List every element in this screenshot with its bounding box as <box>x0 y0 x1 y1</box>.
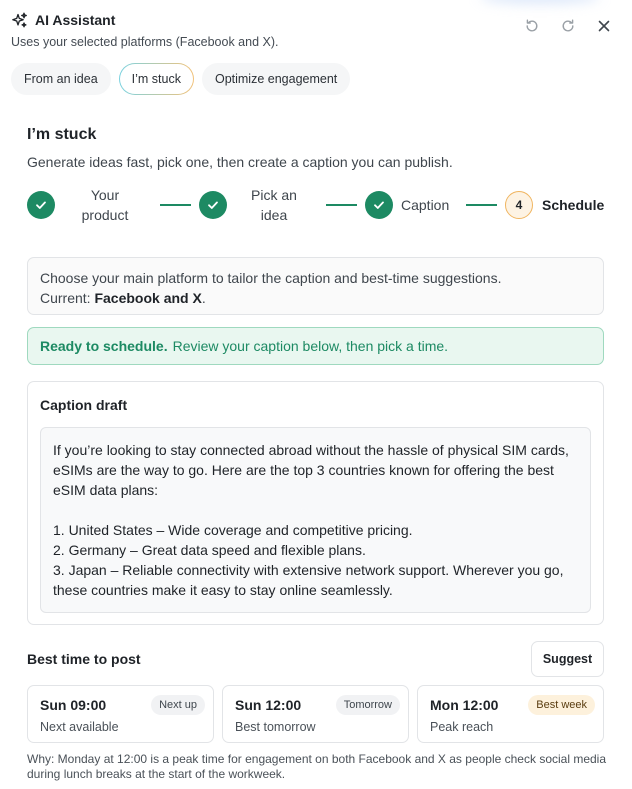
tab-from-an-idea[interactable]: From an idea <box>11 63 111 95</box>
assistant-header: AI Assistant Uses your selected platform… <box>0 0 632 60</box>
platform-current-value: Facebook and X <box>94 290 202 306</box>
caption-draft-textarea[interactable]: If you’re looking to stay connected abro… <box>40 427 591 613</box>
step-3-label: Caption <box>401 197 450 213</box>
slot-time: Sun 09:00 <box>40 697 107 713</box>
slot-badge: Tomorrow <box>335 695 400 715</box>
caption-card: Caption draft If you’re looking to stay … <box>27 381 604 625</box>
step-1-label: Your product <box>81 187 129 223</box>
ready-status-banner: Ready to schedule. Review your caption b… <box>27 327 604 365</box>
platform-info-text: Choose your main platform to tailor the … <box>40 270 502 286</box>
mode-tabs: From an idea I’m stuck Optimize engageme… <box>11 63 351 95</box>
best-time-label: Best time to post <box>27 651 141 667</box>
check-icon <box>208 201 218 209</box>
section-description: Generate ideas fast, pick one, then crea… <box>27 154 453 170</box>
platform-current: Current: Facebook and X. <box>40 290 206 306</box>
app-title: AI Assistant <box>35 12 116 28</box>
suggest-button[interactable]: Suggest <box>531 641 604 677</box>
step-connector <box>326 204 357 206</box>
slot-time: Sun 12:00 <box>235 697 302 713</box>
redo-icon <box>562 19 574 32</box>
slot-badge: Next up <box>151 695 205 715</box>
check-icon <box>374 201 384 209</box>
platform-info: Choose your main platform to tailor the … <box>27 257 604 315</box>
step-2-check <box>199 191 227 219</box>
section-title: I’m stuck <box>27 126 97 143</box>
slot-subtitle: Best tomorrow <box>235 720 316 734</box>
undo-button[interactable] <box>521 15 543 37</box>
step-1-check <box>27 191 55 219</box>
step-connector <box>160 204 191 206</box>
time-slot-card[interactable]: Sun 12:00 Tomorrow Best tomorrow <box>222 685 409 743</box>
slot-subtitle: Next available <box>40 720 119 734</box>
slot-badge: Best week <box>528 695 595 715</box>
slot-time: Mon 12:00 <box>430 697 499 713</box>
caption-label: Caption draft <box>40 397 128 413</box>
step-4-number: 4 <box>505 191 533 219</box>
undo-icon <box>526 19 538 32</box>
step-connector <box>466 204 497 206</box>
progress-stepper: Your product Pick an idea Caption 4 Sche… <box>27 184 607 228</box>
ready-status-text: Review your caption below, then pick a t… <box>172 338 449 354</box>
step-2-label: Pick an idea <box>251 187 297 223</box>
slot-subtitle: Peak reach <box>430 720 494 734</box>
redo-button[interactable] <box>557 15 579 37</box>
close-button[interactable] <box>593 15 615 37</box>
close-icon <box>598 20 610 32</box>
check-icon <box>36 201 46 209</box>
best-time-explanation: Why: Monday at 12:00 is a peak time for … <box>27 752 607 781</box>
ready-status-strong: Ready to schedule. <box>40 338 168 354</box>
step-4-label: Schedule <box>542 197 605 213</box>
time-slot-card[interactable]: Mon 12:00 Best week Peak reach <box>417 685 604 743</box>
tab-im-stuck[interactable]: I’m stuck <box>119 63 194 95</box>
app-subtitle: Uses your selected platforms (Facebook a… <box>11 35 279 49</box>
time-slot-card[interactable]: Sun 09:00 Next up Next available <box>27 685 214 743</box>
step-3-check <box>365 191 393 219</box>
tab-optimize-engagement[interactable]: Optimize engagement <box>201 63 351 95</box>
top-glow <box>480 0 600 4</box>
sparkle-icon <box>11 12 28 29</box>
